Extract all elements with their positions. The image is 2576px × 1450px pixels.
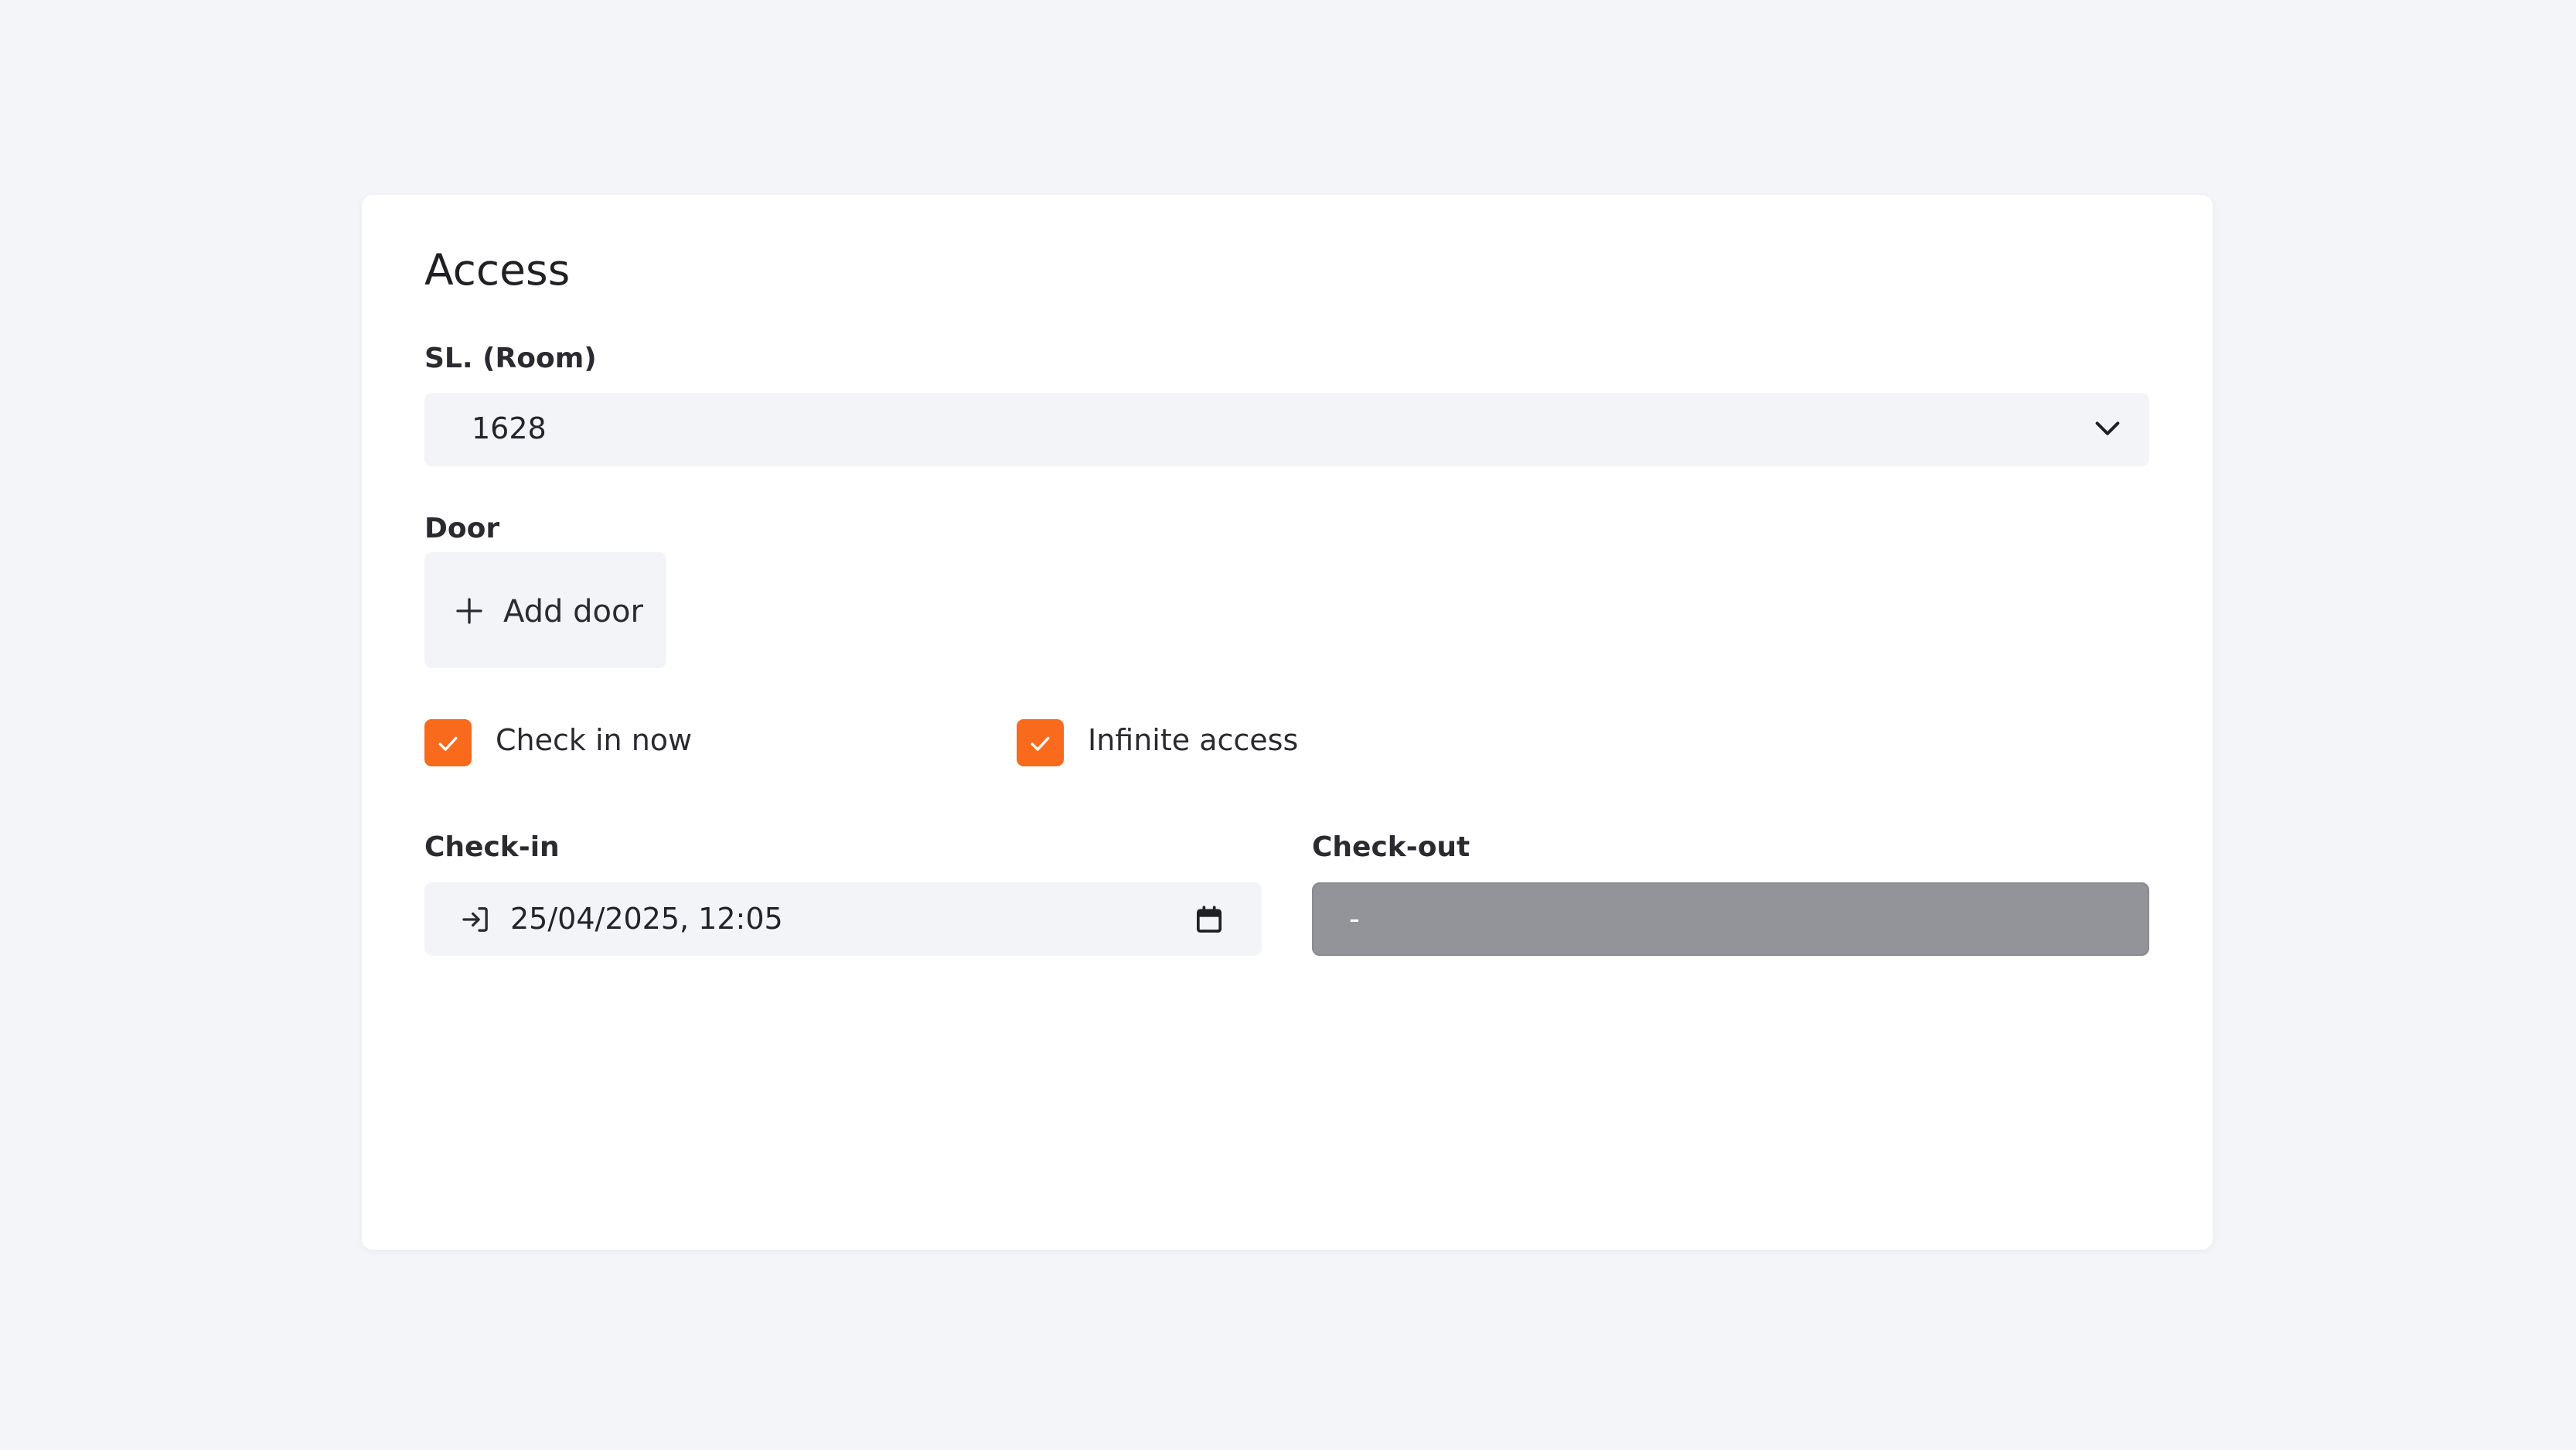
infinite-access-checkbox[interactable] [1017,719,1064,766]
room-select-value: 1628 [472,411,547,445]
checkout-datetime-input-disabled: - [1312,882,2149,956]
checkout-datetime-value: - [1349,902,1360,936]
room-select[interactable]: 1628 [424,393,2149,466]
check-in-now-label[interactable]: Check in now [496,725,692,755]
door-label: Door [424,513,500,544]
checkmark-icon [1031,736,1050,751]
checkin-datetime-input[interactable]: 25/04/2025, 12:05 [424,882,1262,956]
checkin-label: Check-in [424,831,560,863]
checkmark-icon [438,736,458,751]
chevron-down-icon [2092,413,2123,444]
access-card: Access SL. (Room) 1628 Door Add door Che… [362,195,2213,1250]
checkin-datetime-value: 25/04/2025, 12:05 [510,902,783,936]
login-arrow-icon [460,904,491,935]
plus-icon [454,595,485,626]
infinite-access-label[interactable]: Infinite access [1088,725,1298,755]
add-door-button[interactable]: Add door [424,552,666,668]
check-in-now-checkbox[interactable] [424,719,472,766]
card-title: Access [424,245,571,295]
room-label: SL. (Room) [424,343,597,374]
calendar-icon[interactable] [1194,904,1225,935]
checkout-label: Check-out [1312,831,1470,863]
add-door-label: Add door [503,594,643,629]
